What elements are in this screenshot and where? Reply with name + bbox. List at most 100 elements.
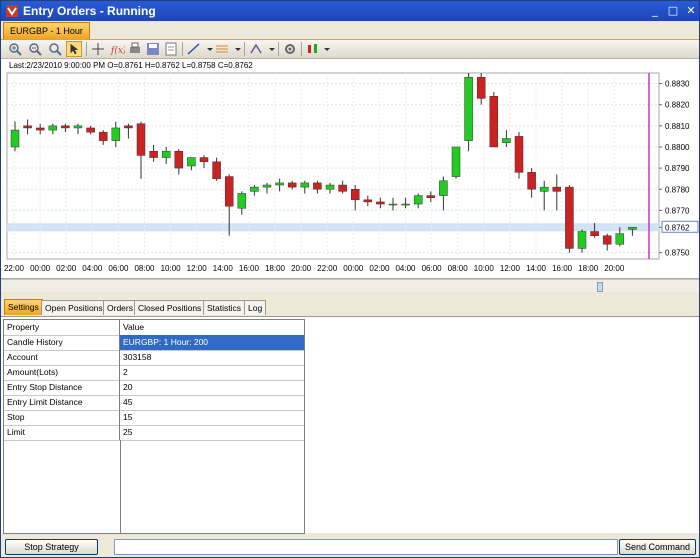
value-cell[interactable]: 2 xyxy=(120,365,304,380)
x-tick-label: 16:00 xyxy=(239,264,260,273)
zoom-out-icon[interactable] xyxy=(27,41,43,57)
tab-settings[interactable]: Settings xyxy=(4,299,43,315)
x-tick-label: 18:00 xyxy=(265,264,286,273)
candle-body xyxy=(628,227,637,230)
chart-toolbar: f(x) xyxy=(1,40,699,59)
x-tick-label: 12:00 xyxy=(500,264,521,273)
drawing-tools-icon[interactable] xyxy=(248,41,264,57)
app-window: Entry Orders - Running _ □ ✕ EURGBP - 1 … xyxy=(0,0,700,558)
table-row[interactable]: Stop 15 xyxy=(4,410,304,426)
zoom-in-icon[interactable] xyxy=(7,41,23,57)
value-cell[interactable]: 25 xyxy=(120,425,304,440)
cursor-icon[interactable] xyxy=(66,41,82,57)
candle-body xyxy=(61,125,70,129)
candle-body xyxy=(426,195,436,198)
window-title: Entry Orders - Running xyxy=(23,4,156,18)
tab-log[interactable]: Log xyxy=(244,300,267,315)
candle-body xyxy=(23,125,32,129)
x-tick-label: 06:00 xyxy=(422,264,443,273)
candle-body xyxy=(124,125,133,129)
x-tick-label: 14:00 xyxy=(526,264,547,273)
bottom-tab-strip: Settings Open Positions Orders Closed Po… xyxy=(1,299,699,316)
price-chart[interactable]: 0.8830 0.8820 0.8810 0.8800 0.8790 0.8780 0.87… xyxy=(1,59,699,279)
value-cell[interactable]: 20 xyxy=(120,380,304,395)
y-tick-label: 0.8820 xyxy=(665,101,690,110)
send-command-button[interactable]: Send Command xyxy=(619,539,696,555)
fx-icon[interactable]: f(x) xyxy=(109,41,125,57)
scrollbar-thumb[interactable] xyxy=(597,282,603,292)
x-tick-label: 08:00 xyxy=(448,264,469,273)
zoom-fit-icon[interactable] xyxy=(47,41,63,57)
x-tick-label: 10:00 xyxy=(474,264,495,273)
value-cell[interactable]: EURGBP: 1 Hour: 200 xyxy=(120,335,304,350)
table-row[interactable]: Entry Stop Distance 20 xyxy=(4,380,304,396)
tab-statistics[interactable]: Statistics xyxy=(203,300,246,315)
y-tick-label: 0.8780 xyxy=(665,185,690,194)
toolbar-separator xyxy=(182,42,183,56)
toolbar-separator xyxy=(244,42,245,56)
table-row[interactable]: Limit 25 xyxy=(4,425,304,441)
candle-body xyxy=(476,76,486,99)
column-divider xyxy=(120,440,121,533)
x-tick-label: 22:00 xyxy=(4,264,25,273)
candle-body xyxy=(363,199,373,203)
candle-body xyxy=(10,129,20,148)
chevron-down-icon[interactable] xyxy=(319,41,335,57)
candle-body xyxy=(615,233,625,245)
candle-body xyxy=(539,186,549,192)
chart-tab-eurgbp[interactable]: EURGBP - 1 Hour xyxy=(3,22,90,39)
candle-body xyxy=(413,195,423,205)
table-row[interactable]: Amount(Lots) 2 xyxy=(4,365,304,381)
x-tick-label: 08:00 xyxy=(134,264,155,273)
properties-icon[interactable] xyxy=(282,41,298,57)
export-icon[interactable] xyxy=(163,41,179,57)
x-tick-label: 20:00 xyxy=(291,264,312,273)
x-tick-label: 00:00 xyxy=(343,264,364,273)
x-tick-label: 16:00 xyxy=(552,264,573,273)
candle-body xyxy=(527,172,536,190)
tab-orders[interactable]: Orders xyxy=(103,300,137,315)
candle-body xyxy=(187,157,196,167)
column-header-property: Property xyxy=(4,320,120,335)
toolbar-separator xyxy=(301,42,302,56)
close-button[interactable]: ✕ xyxy=(685,5,697,17)
table-row[interactable]: Candle History EURGBP: 1 Hour: 200 xyxy=(4,335,304,351)
candle-body xyxy=(464,76,473,141)
crosshair-icon[interactable] xyxy=(90,41,106,57)
command-input[interactable] xyxy=(114,539,618,555)
candle-body xyxy=(250,186,259,192)
candle-body xyxy=(565,186,574,249)
save-icon[interactable] xyxy=(145,41,161,57)
maximize-button[interactable]: □ xyxy=(667,5,679,17)
candle-body xyxy=(287,182,297,188)
settings-grid: Property Value Candle History EURGBP: 1 … xyxy=(3,319,305,534)
minimize-button[interactable]: _ xyxy=(649,5,661,17)
x-tick-label: 18:00 xyxy=(578,264,599,273)
line-tool-icon[interactable] xyxy=(186,41,202,57)
stop-strategy-button[interactable]: Stop Strategy xyxy=(5,539,98,555)
y-tick-label: 0.8830 xyxy=(665,80,690,89)
candle-body xyxy=(174,150,184,169)
value-cell[interactable]: 303158 xyxy=(120,350,304,365)
tab-open-positions[interactable]: Open Positions xyxy=(41,300,107,315)
fibonacci-icon[interactable] xyxy=(214,41,230,57)
table-row[interactable]: Entry Limit Distance 45 xyxy=(4,395,304,411)
x-tick-label: 04:00 xyxy=(82,264,103,273)
table-row[interactable]: Account 303158 xyxy=(4,350,304,366)
candle-body xyxy=(262,184,272,188)
candle-body xyxy=(489,96,499,148)
chart-tab-strip: EURGBP - 1 Hour xyxy=(1,21,699,40)
value-cell[interactable]: 45 xyxy=(120,395,304,410)
chart-horizontal-scrollbar[interactable] xyxy=(1,279,699,292)
value-cell[interactable]: 15 xyxy=(120,410,304,425)
candlestick-chart: 0.8830 0.8820 0.8810 0.8800 0.8790 0.8780 0.87… xyxy=(4,72,699,273)
print-icon[interactable] xyxy=(127,41,143,57)
y-tick-label: 0.8800 xyxy=(665,143,690,152)
candle-body xyxy=(237,193,247,209)
candle-body xyxy=(376,201,385,205)
candle-body xyxy=(212,161,221,179)
candle-body xyxy=(552,186,562,192)
candle-body xyxy=(502,138,511,144)
candle-body xyxy=(86,127,95,133)
tab-closed-positions[interactable]: Closed Positions xyxy=(134,300,206,315)
